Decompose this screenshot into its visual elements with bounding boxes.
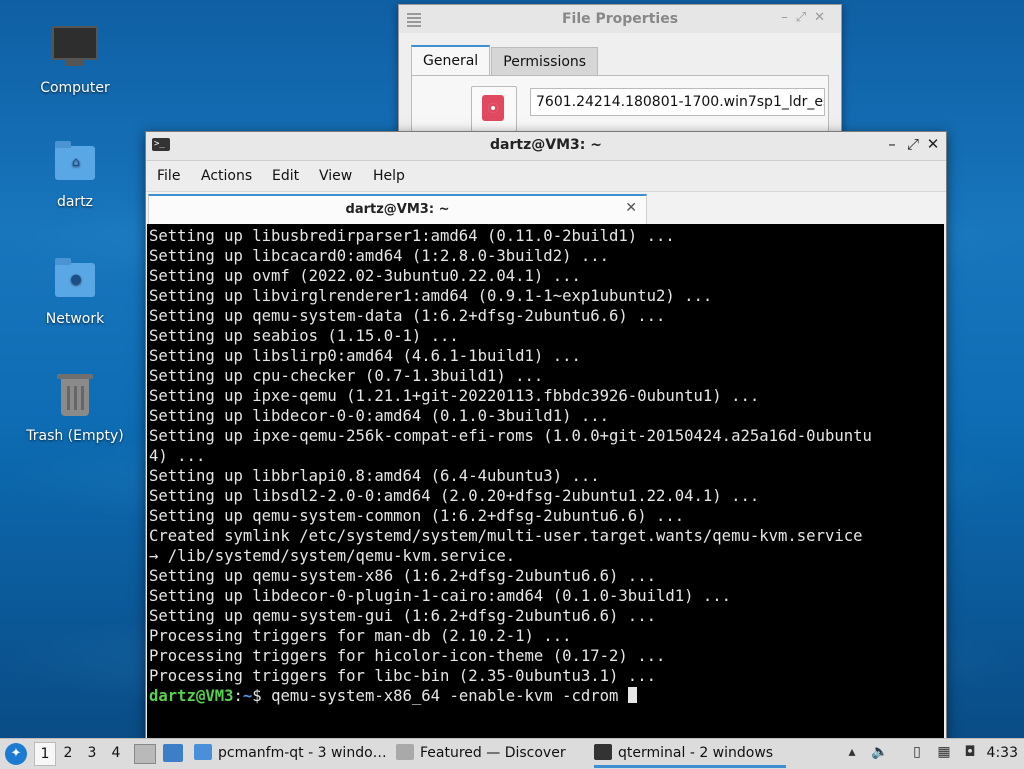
terminal-output-line: Setting up cpu-checker (0.7-1.3build1) .… [149,367,544,385]
file-name-field[interactable]: 7601.24214.180801-1700.win7sp1_ldr_escro… [530,88,825,116]
command-input[interactable]: qemu-system-x86_64 -enable-kvm -cdrom [271,687,628,705]
terminal-output-line: Setting up seabios (1.15.0-1) ... [149,327,459,345]
show-desktop-icon[interactable] [134,744,156,764]
terminal-output-line: Created symlink /etc/systemd/system/mult… [149,527,863,545]
terminal-tab-label: dartz@VM3: ~ [345,202,450,217]
terminal-output-line: Setting up qemu-system-gui (1:6.2+dfsg-2… [149,607,656,625]
volume-icon[interactable]: 🔈 [871,744,889,762]
task-label: qterminal - 2 windows [618,745,774,761]
terminal-output-line: Processing triggers for libc-bin (2.35-0… [149,667,656,685]
terminal-output-line: Setting up libvirglrenderer1:amd64 (0.9.… [149,287,713,305]
menu-view[interactable]: View [319,168,352,184]
general-panel: 7601.24214.180801-1700.win7sp1_ldr_escro… [411,75,829,137]
desktop-icon-label: dartz [56,194,94,210]
terminal-output-line: Setting up libslirp0:amd64 (4.6.1-1build… [149,347,581,365]
desktop-icon-trash[interactable]: Trash (Empty) [15,374,135,444]
terminal-tab[interactable]: dartz@VM3: ~ ✕ [148,194,647,226]
start-menu-icon[interactable]: ✦ [5,743,27,765]
terminal-output-line: Setting up libsdl2-2.0-0:amd64 (2.0.20+d… [149,487,760,505]
terminal-output-line: Setting up qemu-system-x86 (1:6.2+dfsg-2… [149,567,656,585]
task-qterminal[interactable]: qterminal - 2 windows [594,739,786,768]
network-folder-icon: ● [51,257,99,305]
terminal-output-line: Setting up ovmf (2022.02-3ubuntu0.22.04.… [149,267,581,285]
tab-permissions[interactable]: Permissions [491,47,599,77]
menu-edit[interactable]: Edit [272,168,299,184]
minimize-icon[interactable]: – [884,135,900,153]
properties-tabs: General Permissions [411,45,599,77]
desktop-icon-home[interactable]: ⌂ dartz [15,140,135,210]
desktop-icon-label: Computer [40,80,110,96]
window-titlebar[interactable]: File Properties –⤢✕ [399,5,841,33]
terminal-output-line: Setting up qemu-system-data (1:6.2+dfsg-… [149,307,666,325]
terminal-output-line: Setting up libdecor-0-plugin-1-cairo:amd… [149,587,732,605]
desktop-icon-network[interactable]: ● Network [15,257,135,327]
prompt-separator: : [233,687,243,705]
terminal-output-line: Setting up ipxe-qemu (1.21.1+git-2022011… [149,387,760,405]
terminal-output-line: 4) ... [149,447,206,465]
task-label: Featured — Discover [420,745,566,761]
trash-icon [51,374,99,422]
task-pcmanfm[interactable]: pcmanfm-qt - 3 windo… [194,739,386,768]
terminal-output-line: Setting up libusbredirparser1:amd64 (0.1… [149,227,675,245]
terminal-output-line: Processing triggers for man-db (2.10.2-1… [149,627,572,645]
terminal-screen[interactable]: Setting up libusbredirparser1:amd64 (0.1… [147,224,944,738]
clock[interactable]: 4:33 [987,745,1018,761]
notifications-icon[interactable]: ◘ [961,744,979,762]
task-label: pcmanfm-qt - 3 windo… [218,745,386,761]
desktop-icon-computer[interactable]: Computer [15,22,135,96]
discover-icon [396,744,414,760]
terminal-output-line: Setting up ipxe-qemu-256k-compat-efi-rom… [149,427,872,445]
terminal-output-line: Setting up libbrlapi0.8:amd64 (6.4-4ubun… [149,467,600,485]
tray-arrow-icon[interactable]: ▴ [843,744,861,762]
menu-actions[interactable]: Actions [201,168,252,184]
window-title: File Properties [561,11,679,27]
close-icon[interactable]: ✕ [925,135,941,153]
terminal-output-line: Setting up libdecor-0-0:amd64 (0.1.0-3bu… [149,407,610,425]
disc-image-icon[interactable] [471,86,517,132]
terminal-output-line: Processing triggers for hicolor-icon-the… [149,647,666,665]
menu-file[interactable]: File [157,168,180,184]
terminal-tab-bar: dartz@VM3: ~ ✕ [146,191,946,226]
menu-help[interactable]: Help [373,168,405,184]
terminal-output-line: Setting up qemu-system-common (1:6.2+dfs… [149,507,685,525]
menu-bar: File Actions Edit View Help [146,161,946,191]
desktop-switch-3[interactable]: 3 [82,745,102,761]
window-titlebar[interactable]: >_ dartz@VM3: ~ – ⤢ ✕ [146,132,946,161]
window-title: dartz@VM3: ~ [490,137,602,153]
network-icon[interactable]: ▦ [935,744,953,762]
task-discover[interactable]: Featured — Discover [396,739,586,768]
window-controls[interactable]: –⤢✕ [781,10,833,25]
terminal-output-line: Setting up libcacard0:amd64 (1:2.8.0-3bu… [149,247,610,265]
prompt-user: dartz@VM3 [149,687,234,705]
terminal-window[interactable]: >_ dartz@VM3: ~ – ⤢ ✕ File Actions Edit … [145,131,947,740]
desktop-icon-label: Trash (Empty) [26,428,124,444]
maximize-icon[interactable]: ⤢ [905,135,921,153]
prompt-symbol: $ [252,687,272,705]
clipboard-icon[interactable]: ▯ [908,744,926,762]
desktop-switch-2[interactable]: 2 [58,745,78,761]
terminal-cursor [627,687,637,703]
folder-icon [194,744,212,760]
terminal-output: Setting up libusbredirparser1:amd64 (0.1… [149,226,943,686]
prompt-path: ~ [242,687,253,705]
tab-general[interactable]: General [411,45,491,77]
terminal-icon [594,744,612,760]
desktop-switch-4[interactable]: 4 [106,745,126,761]
desktop-switch-1[interactable]: 1 [34,742,56,766]
terminal-output-line: → /lib/systemd/system/qemu-kvm.service. [149,547,516,565]
quick-launch-icon[interactable] [163,744,183,762]
desktop-icon-label: Network [45,311,105,327]
terminal-prompt-line[interactable]: dartz@VM3:~$ qemu-system-x86_64 -enable-… [149,686,943,706]
tab-close-icon[interactable]: ✕ [625,200,637,216]
file-properties-window[interactable]: File Properties –⤢✕ General Permissions … [398,4,842,137]
computer-icon [51,26,99,74]
taskbar: ✦ 1 2 3 4 pcmanfm-qt - 3 windo… Featured… [0,738,1024,769]
home-folder-icon: ⌂ [51,140,99,188]
